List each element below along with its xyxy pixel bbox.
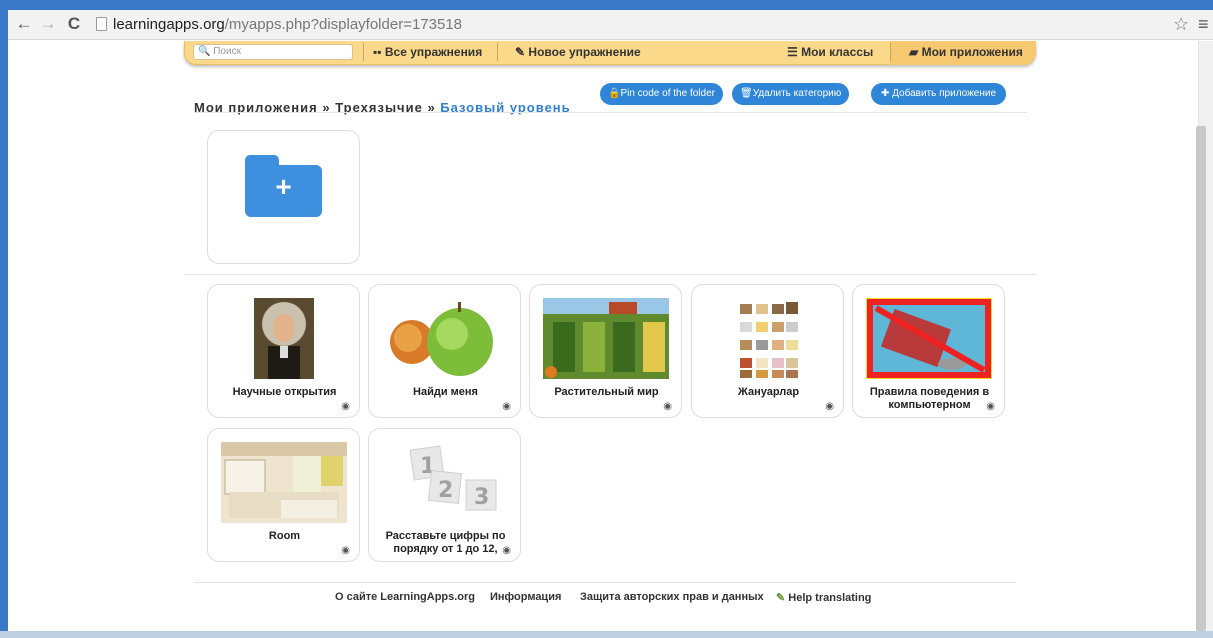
footer-about-link[interactable]: О сайте LearningApps.org xyxy=(335,591,475,603)
browser-toolbar: ← → C learningapps.org/myapps.php?displa… xyxy=(8,10,1213,40)
app-title: Жануарлар xyxy=(737,386,800,398)
bookmark-star-icon[interactable]: ☆ xyxy=(1173,14,1189,35)
lock-icon: 🔒 xyxy=(608,88,621,99)
app-thumbnail xyxy=(253,298,314,379)
nav-all-exercises-label: Все упражнения xyxy=(384,45,483,59)
app-title: Найди меня xyxy=(413,386,478,398)
add-folder-icon: + xyxy=(245,155,322,217)
app-thumbnail xyxy=(381,298,508,379)
nav-divider xyxy=(363,43,364,61)
url-host: learningapps.org xyxy=(113,16,225,33)
grid-icon: ▪▪ xyxy=(373,45,382,59)
search-input[interactable]: 🔍 Поиск xyxy=(193,44,353,60)
nav-divider xyxy=(497,43,498,61)
url-path: /myapps.php?displayfolder=173518 xyxy=(224,16,463,33)
delete-category-button[interactable]: 🗑Удалить категорию xyxy=(732,83,850,105)
hidden-eye-icon[interactable]: ◉ xyxy=(341,545,350,556)
pencil-icon: ✎ xyxy=(515,45,526,59)
app-title: Room xyxy=(268,530,301,542)
forward-icon[interactable]: → xyxy=(38,14,58,34)
app-card[interactable]: Растительный мир ◉ xyxy=(529,284,682,418)
browser-window: ← → C learningapps.org/myapps.php?displa… xyxy=(8,10,1213,636)
add-app-button[interactable]: ✚ Добавить приложение xyxy=(871,83,1007,105)
page-icon xyxy=(96,17,107,31)
nav-all-exercises[interactable]: ▪▪ Все упражнения xyxy=(373,44,482,60)
delete-category-label: Удалить категорию xyxy=(752,88,842,99)
digit-3: 3 xyxy=(474,485,489,510)
nav-new-exercise[interactable]: ✎ Новое упражнение xyxy=(515,44,641,60)
pin-code-label: Pin code of the folder xyxy=(620,88,715,99)
address-bar[interactable]: learningapps.org/myapps.php?displayfolde… xyxy=(96,14,462,36)
app-title: Расставьте цифры по порядку от 1 до 12, xyxy=(385,530,506,555)
app-title: Правила поведения в компьютерном xyxy=(869,386,990,411)
app-title: Растительный мир xyxy=(554,386,659,398)
footer-help-translating-link[interactable]: ✎ Help translating xyxy=(776,591,871,604)
nav-my-classes-label: Мои классы xyxy=(801,45,874,59)
hidden-eye-icon[interactable]: ◉ xyxy=(986,401,995,412)
app-thumbnail xyxy=(542,298,669,379)
nav-divider xyxy=(890,43,891,61)
nav-my-apps-label: Мои приложения xyxy=(921,45,1023,59)
plus-icon: ✚ xyxy=(881,88,890,99)
app-navbar: 🔍 Поиск ▪▪ Все упражнения ✎ Новое упражн… xyxy=(184,41,1036,65)
footer-divider xyxy=(194,582,1016,583)
nav-my-classes[interactable]: ☰ Мои классы xyxy=(787,44,873,60)
divider xyxy=(194,112,1027,113)
search-icon: 🔍 xyxy=(198,46,211,57)
nav-new-exercise-label: Новое упражнение xyxy=(528,45,641,59)
hidden-eye-icon[interactable]: ◉ xyxy=(341,401,350,412)
app-title: Научные открытия xyxy=(232,386,337,398)
app-card[interactable]: Научные открытия ◉ xyxy=(207,284,360,418)
hidden-eye-icon[interactable]: ◉ xyxy=(663,401,672,412)
hidden-eye-icon[interactable]: ◉ xyxy=(502,545,511,556)
trash-icon: 🗑 xyxy=(740,88,753,99)
app-thumbnail xyxy=(220,442,347,523)
app-card[interactable]: Жануарлар ◉ xyxy=(691,284,844,418)
footer-copyright-link[interactable]: Защита авторских прав и данных xyxy=(580,591,764,603)
folder-open-icon: ▰ xyxy=(909,45,919,59)
app-card[interactable]: Room ◉ xyxy=(207,428,360,562)
app-card[interactable]: 1 2 3 Расставьте цифры по порядку от 1 д… xyxy=(368,428,521,562)
taskbar xyxy=(0,631,1213,638)
browser-menu-icon[interactable]: ≡ xyxy=(1198,14,1209,35)
list-icon: ☰ xyxy=(787,45,798,59)
app-card[interactable]: Найди меня ◉ xyxy=(368,284,521,418)
vertical-scrollbar[interactable] xyxy=(1196,41,1213,636)
app-thumbnail xyxy=(735,298,800,379)
hidden-eye-icon[interactable]: ◉ xyxy=(825,401,834,412)
footer-info-link[interactable]: Информация xyxy=(490,591,561,603)
nav-my-apps[interactable]: ▰ Мои приложения xyxy=(909,44,1023,60)
help-translating-label: Help translating xyxy=(788,592,872,604)
pin-code-button[interactable]: 🔒Pin code of the folder xyxy=(600,83,723,105)
back-icon[interactable]: ← xyxy=(14,14,34,34)
reload-icon[interactable]: C xyxy=(64,14,84,34)
app-thumbnail: 1 2 3 xyxy=(381,442,508,523)
app-card[interactable]: Правила поведения в компьютерном ◉ xyxy=(852,284,1005,418)
search-placeholder: Поиск xyxy=(213,46,241,57)
hidden-eye-icon[interactable]: ◉ xyxy=(502,401,511,412)
translate-icon: ✎ xyxy=(776,592,786,604)
divider xyxy=(184,274,1036,275)
app-thumbnail xyxy=(865,298,992,379)
scrollbar-thumb[interactable] xyxy=(1196,126,1206,631)
new-folder-card[interactable]: + xyxy=(207,130,360,264)
add-app-label: Добавить приложение xyxy=(892,88,997,99)
digit-2: 2 xyxy=(438,478,453,503)
